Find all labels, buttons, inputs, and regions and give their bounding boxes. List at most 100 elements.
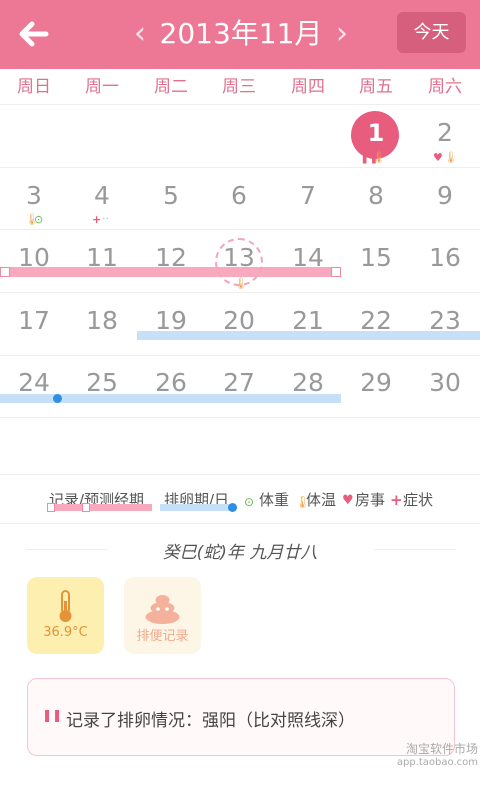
day-number: 4 (94, 180, 110, 210)
weight-icon: ⊙ (244, 495, 255, 509)
weekday-thu: 周四 (291, 77, 325, 97)
temperature-value: 36.9°C (43, 625, 88, 640)
month-title: 2013年11月 (159, 17, 323, 50)
calendar-day[interactable]: 24 (0, 355, 68, 417)
day-number: 11 (86, 243, 118, 272)
calendar-day[interactable]: 16 (411, 230, 479, 292)
symptom-icon: + (92, 213, 102, 226)
calendar-day[interactable]: 17 (0, 293, 68, 355)
legend-period-swatch (47, 504, 152, 511)
calendar-day[interactable]: 10 (0, 230, 68, 292)
day-number: 6 (231, 180, 247, 210)
day-number: 12 (155, 243, 187, 272)
legend-ovulation-dot (228, 503, 237, 512)
weekday-wed: 周三 (222, 77, 256, 97)
day-number: 2 (437, 118, 453, 147)
watermark: 淘宝软件市场 app.taobao.com (378, 740, 478, 770)
day-number: 26 (155, 368, 187, 397)
legend-symptom: 症状 (403, 491, 434, 509)
day-number: 20 (223, 305, 255, 335)
calendar-day[interactable]: 12 (137, 230, 205, 292)
weekday-header: 周日 周一 周二 周三 周四 周五 周六 (0, 69, 480, 105)
calendar-day[interactable]: 22 (342, 293, 410, 355)
thermometer-icon: 🌡 (372, 151, 386, 164)
bowel-record-label: 排便记录 (136, 629, 189, 644)
day-number: 22 (360, 305, 392, 335)
symptom-icon: + (390, 491, 403, 509)
day-number: 17 (18, 305, 50, 335)
day-number: 29 (360, 368, 392, 397)
poop-icon (145, 595, 180, 624)
day-number: 27 (223, 368, 255, 397)
day-number: 24 (18, 368, 50, 397)
day-number: 16 (429, 243, 461, 272)
legend-weight: 体重 (259, 491, 290, 509)
calendar-day[interactable]: 30 (411, 355, 479, 417)
calendar-day[interactable]: 25 (68, 355, 136, 417)
legend-temp: 体温 (306, 491, 337, 509)
thermometer-icon: 🌡 (444, 151, 458, 164)
ovulation-test-icon: ❚❚ (42, 708, 63, 722)
watermark-line1: 淘宝软件市场 (405, 742, 478, 756)
legend-ovulation-swatch (160, 504, 236, 511)
today-button[interactable]: 今天 (397, 12, 466, 53)
calendar-grid: 1 2 3 4 5 6 7 8 9 10 11 12 13 14 15 16 17 18 19 20 21 22 23 24 2… (0, 105, 480, 473)
back-arrow-icon (19, 21, 49, 47)
calendar-day[interactable]: 14 (274, 230, 342, 292)
day-number: 25 (86, 368, 118, 397)
calendar-day[interactable]: 28 (274, 355, 342, 417)
calendar-day[interactable]: 8 (342, 168, 410, 230)
calendar-day[interactable]: 20 (205, 293, 273, 355)
watermark-line2: app.taobao.com (396, 757, 478, 768)
back-button[interactable] (12, 12, 58, 56)
weekday-fri: 周五 (359, 77, 393, 97)
bowel-record-card[interactable]: 排便记录 (124, 577, 201, 654)
weekday-tue: 周二 (154, 77, 188, 97)
calendar-day[interactable]: 6 (205, 168, 273, 230)
next-month-button[interactable]: › (328, 16, 356, 52)
day-number: 7 (300, 180, 316, 210)
day-number: 5 (163, 180, 179, 210)
calendar-day[interactable]: 7 (274, 168, 342, 230)
day-number: 1 (367, 119, 385, 147)
more-dots-icon: ·· (102, 212, 109, 225)
day-number: 28 (292, 368, 324, 397)
day-number: 10 (18, 243, 50, 272)
day-number: 19 (155, 305, 187, 335)
calendar-day[interactable]: 18 (68, 293, 136, 355)
calendar-day[interactable]: 26 (137, 355, 205, 417)
temperature-card[interactable]: 36.9°C (27, 577, 104, 654)
day-number: 21 (292, 305, 324, 335)
calendar-day[interactable]: 27 (205, 355, 273, 417)
day-number: 9 (437, 180, 453, 210)
day-number: 30 (429, 368, 461, 397)
weight-icon: ⊙ (34, 213, 44, 226)
weekday-sat: 周六 (428, 77, 462, 97)
thermometer-icon: 🌡 (234, 277, 248, 290)
record-text: 记录了排卵情况：强阳（比对照线深） (66, 711, 355, 731)
day-number: 23 (429, 305, 461, 335)
day-number: 15 (360, 243, 392, 272)
legend-period-swatch-end (47, 503, 55, 512)
heart-icon: ♥ (342, 493, 354, 508)
day-number: 18 (86, 305, 118, 335)
calendar-day[interactable]: 19 (137, 293, 205, 355)
calendar-day[interactable]: 29 (342, 355, 410, 417)
legend-sex: 房事 (355, 491, 386, 509)
heart-icon: ♥ (433, 151, 443, 164)
calendar-day[interactable]: 9 (411, 168, 479, 230)
legend-bar: 记录/预测经期 排卵期/日 ⊙ 体重 🌡 体温 ♥ 房事 + 症状 (0, 474, 480, 524)
thermometer-icon (59, 590, 72, 622)
calendar-day[interactable]: 5 (137, 168, 205, 230)
calendar-day[interactable]: 11 (68, 230, 136, 292)
day-number: 3 (26, 180, 42, 210)
calendar-day[interactable]: 23 (411, 293, 479, 355)
row-divider (0, 417, 480, 418)
weekday-mon: 周一 (85, 77, 119, 97)
day-number: 8 (368, 180, 384, 210)
prev-month-button[interactable]: ‹ (126, 16, 154, 52)
calendar-day[interactable]: 15 (342, 230, 410, 292)
day-number: 14 (292, 243, 324, 272)
calendar-day[interactable]: 21 (274, 293, 342, 355)
lunar-date: 癸巳(蛇)年 九月廿八 (162, 543, 318, 563)
